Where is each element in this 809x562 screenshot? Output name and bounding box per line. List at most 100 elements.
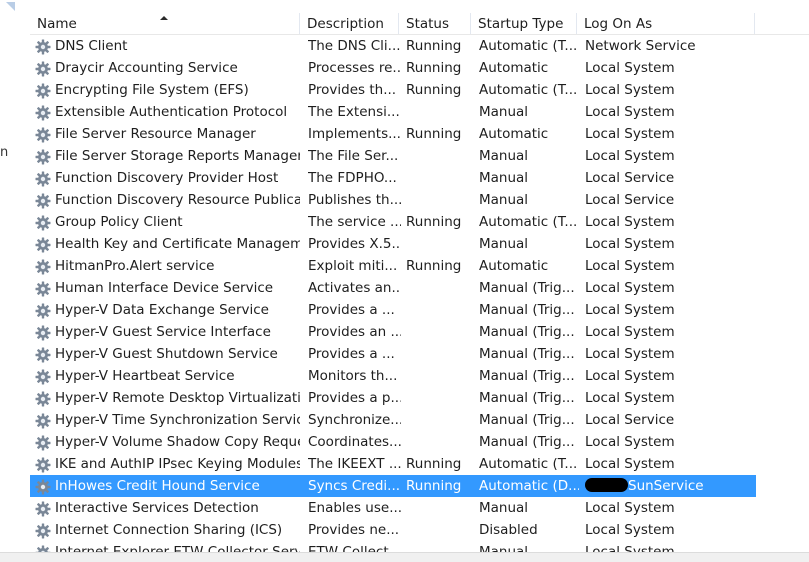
service-row[interactable]: HitmanPro.Alert service Exploit miti... … xyxy=(30,255,756,277)
service-status xyxy=(406,343,472,365)
service-row[interactable]: Hyper-V Guest Shutdown Service Provides … xyxy=(30,343,756,365)
service-name: Interactive Services Detection xyxy=(55,500,259,516)
service-log-on-as: Local System xyxy=(585,522,675,538)
service-row[interactable]: Health Key and Certificate Management Pr… xyxy=(30,233,756,255)
column-header-startup-type[interactable]: Startup Type xyxy=(471,13,577,34)
service-description: Coordinates... xyxy=(308,434,401,450)
service-row[interactable]: Function Discovery Provider Host The FDP… xyxy=(30,167,756,189)
column-header-status-label: Status xyxy=(406,16,450,32)
service-name: Extensible Authentication Protocol xyxy=(55,104,288,120)
service-log-on-as: Local System xyxy=(585,390,675,406)
service-row[interactable]: Hyper-V Remote Desktop Virtualizatio... … xyxy=(30,387,756,409)
gear-icon xyxy=(35,149,51,165)
service-startup-type: Manual (Trig... xyxy=(479,368,575,384)
service-name: DNS Client xyxy=(55,38,128,54)
service-log-on-as: Local System xyxy=(585,60,675,76)
service-name: Hyper-V Remote Desktop Virtualizatio... xyxy=(55,390,300,406)
column-header-name[interactable]: Name xyxy=(30,13,300,34)
gear-icon xyxy=(35,347,51,363)
service-log-on-as: Local Service xyxy=(585,192,675,208)
service-status xyxy=(406,519,472,541)
service-description: Publishes th... xyxy=(308,192,401,208)
services-list[interactable]: Name Description Status Startup Type Log… xyxy=(30,13,809,561)
service-name: Encrypting File System (EFS) xyxy=(55,82,249,98)
gear-icon xyxy=(35,215,51,231)
service-description: Provides th... xyxy=(308,82,397,98)
service-status xyxy=(406,277,472,299)
service-startup-type: Manual (Trig... xyxy=(479,390,575,406)
service-description: Provides X.5... xyxy=(308,236,401,252)
service-row[interactable]: Function Discovery Resource Publicati...… xyxy=(30,189,756,211)
service-name: Human Interface Device Service xyxy=(55,280,274,296)
service-row[interactable]: File Server Resource Manager Implements.… xyxy=(30,123,756,145)
gear-icon xyxy=(35,281,51,297)
service-row[interactable]: Interactive Services Detection Enables u… xyxy=(30,497,756,519)
service-row[interactable]: Draycir Accounting Service Processes re.… xyxy=(30,57,756,79)
service-description: Monitors th... xyxy=(308,368,398,384)
service-log-on-as: Local System xyxy=(585,302,675,318)
service-row[interactable]: Group Policy Client The service ... Runn… xyxy=(30,211,756,233)
service-description: Implements... xyxy=(308,126,401,142)
service-row[interactable]: Internet Connection Sharing (ICS) Provid… xyxy=(30,519,756,541)
service-log-on-as: Local System xyxy=(585,434,675,450)
service-row[interactable]: Hyper-V Volume Shadow Copy Reque... Coor… xyxy=(30,431,756,453)
service-status: Running xyxy=(406,126,462,142)
gear-icon xyxy=(35,391,51,407)
service-description: Synchronize... xyxy=(308,412,401,428)
service-name: Function Discovery Resource Publicati... xyxy=(55,192,300,208)
gear-icon xyxy=(35,193,51,209)
service-status: Running xyxy=(406,82,462,98)
service-row[interactable]: InHowes Credit Hound Service Syncs Credi… xyxy=(30,475,756,497)
service-startup-type: Automatic xyxy=(479,60,549,76)
service-startup-type: Automatic (D... xyxy=(479,478,579,494)
service-startup-type: Manual xyxy=(479,236,529,252)
service-name: Internet Connection Sharing (ICS) xyxy=(55,522,283,538)
service-status xyxy=(406,101,472,123)
service-row[interactable]: IKE and AuthIP IPsec Keying Modules The … xyxy=(30,453,756,475)
service-row[interactable]: DNS Client The DNS Cli... Running Automa… xyxy=(30,35,756,57)
left-pane-clipped-text: n xyxy=(0,145,9,160)
gear-icon xyxy=(35,413,51,429)
pane-corner-icon xyxy=(6,2,15,20)
service-name: Hyper-V Guest Shutdown Service xyxy=(55,346,278,362)
service-description: The service ... xyxy=(308,214,401,230)
service-status: Running xyxy=(406,456,462,472)
service-name: Group Policy Client xyxy=(55,214,183,230)
service-status xyxy=(406,189,472,211)
service-row[interactable]: File Server Storage Reports Manager The … xyxy=(30,145,756,167)
service-log-on-as: Local System xyxy=(585,500,675,516)
service-startup-type: Manual xyxy=(479,148,529,164)
service-startup-type: Manual xyxy=(479,500,529,516)
gear-icon xyxy=(35,61,51,77)
gear-icon xyxy=(35,303,51,319)
service-description: The DNS Cli... xyxy=(308,38,401,54)
service-row[interactable]: Hyper-V Time Synchronization Service Syn… xyxy=(30,409,756,431)
service-startup-type: Automatic (T... xyxy=(479,214,578,230)
service-startup-type: Manual (Trig... xyxy=(479,346,575,362)
log-on-as-text: SunService xyxy=(628,478,704,494)
service-log-on-as: Local System xyxy=(585,324,675,340)
sort-ascending-icon xyxy=(160,16,168,20)
gear-icon xyxy=(35,171,51,187)
column-header-status[interactable]: Status xyxy=(399,13,471,34)
column-header-log-on-as[interactable]: Log On As xyxy=(577,13,755,34)
service-log-on-as: Local System xyxy=(585,82,675,98)
service-row[interactable]: Hyper-V Data Exchange Service Provides a… xyxy=(30,299,756,321)
service-name: Hyper-V Heartbeat Service xyxy=(55,368,235,384)
service-row[interactable]: Extensible Authentication Protocol The E… xyxy=(30,101,756,123)
service-row[interactable]: Human Interface Device Service Activates… xyxy=(30,277,756,299)
service-startup-type: Manual xyxy=(479,170,529,186)
service-log-on-as: Local System xyxy=(585,368,675,384)
service-row[interactable]: Encrypting File System (EFS) Provides th… xyxy=(30,79,756,101)
gear-icon xyxy=(35,435,51,451)
service-name: Draycir Accounting Service xyxy=(55,60,238,76)
service-startup-type: Manual (Trig... xyxy=(479,280,575,296)
gear-icon xyxy=(35,83,51,99)
service-startup-type: Manual xyxy=(479,104,529,120)
service-description: The Extensi... xyxy=(308,104,400,120)
service-row[interactable]: Hyper-V Guest Service Interface Provides… xyxy=(30,321,756,343)
service-status xyxy=(406,365,472,387)
service-row[interactable]: Hyper-V Heartbeat Service Monitors th...… xyxy=(30,365,756,387)
column-header-description[interactable]: Description xyxy=(300,13,399,34)
service-status: Running xyxy=(406,38,462,54)
